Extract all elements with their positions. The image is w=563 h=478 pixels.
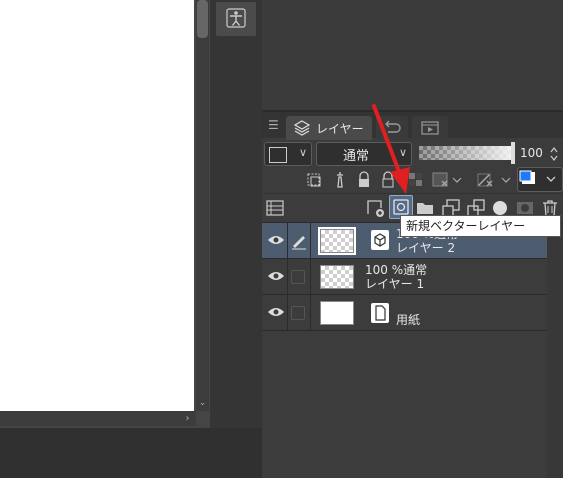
eye-icon[interactable] [267, 306, 285, 318]
opacity-value[interactable]: 100 [520, 146, 550, 160]
layer-thumbnail [318, 227, 356, 255]
lighthouse-icon[interactable] [330, 170, 350, 190]
eye-icon[interactable] [267, 270, 285, 282]
canvas-vertical-scrollbar[interactable] [196, 0, 209, 411]
drawing-canvas[interactable] [0, 0, 194, 411]
new-raster-layer-icon[interactable] [364, 197, 386, 219]
stepper-icon [550, 147, 558, 161]
layer-row-raster[interactable]: 100 %通常 レイヤー 1 [262, 259, 547, 295]
layers-icon [294, 120, 310, 136]
layer-thumbnail [320, 265, 354, 289]
reference-layer-icon[interactable] [304, 170, 324, 190]
layer-name: 用紙 [396, 313, 421, 327]
menu-icon[interactable]: ☰ [268, 117, 280, 133]
layer-row-paper[interactable]: 用紙 [262, 295, 547, 331]
edit-target-box[interactable] [291, 306, 305, 320]
layer-info-text: 100 %通常 [365, 263, 428, 277]
column-divider [287, 223, 288, 259]
paper-layer-icon [371, 303, 389, 323]
red-arrow-annotation [372, 104, 410, 194]
vector-layer-icon [371, 230, 389, 250]
chevron-down-icon: ∨ [298, 146, 307, 159]
mask-delete-icon[interactable] [430, 170, 466, 190]
middle-toolbar [210, 0, 262, 428]
layer-list-scrollbar[interactable] [547, 223, 563, 478]
scroll-right-icon[interactable]: › [180, 411, 195, 426]
pen-icon[interactable] [290, 232, 308, 250]
column-divider [287, 295, 288, 331]
column-divider [310, 295, 311, 331]
tooltip: 新規ベクターレイヤー [400, 215, 561, 237]
canvas-vertical-scroll-thumb[interactable] [197, 0, 208, 38]
scroll-down-icon[interactable]: ⌄ [196, 396, 209, 411]
opacity-slider-fill [419, 146, 513, 160]
column-divider [310, 259, 311, 295]
accessibility-button[interactable] [216, 2, 256, 36]
layer-info: 100 %通常 レイヤー 1 [365, 263, 427, 291]
canvas-horizontal-scrollbar[interactable] [0, 411, 196, 426]
color-swatch-icon [519, 170, 556, 184]
bottom-bar [0, 428, 262, 478]
ruler-delete-icon[interactable] [474, 170, 514, 190]
layer-name: レイヤー 1 [365, 277, 425, 291]
opacity-stepper[interactable] [549, 144, 561, 167]
column-divider [287, 259, 288, 295]
opacity-slider-handle[interactable] [511, 142, 515, 164]
person-icon [226, 8, 246, 28]
layer-name: レイヤー 2 [396, 241, 456, 255]
layer-color-button[interactable]: ∨ [264, 142, 312, 166]
layer-color-swatch [269, 147, 287, 163]
column-divider [310, 223, 311, 259]
layer-property-icon[interactable] [264, 197, 286, 219]
tab-layer-label: レイヤー [316, 121, 364, 136]
layer-color-toggle[interactable] [517, 167, 563, 192]
layer-thumbnail [320, 301, 354, 325]
upper-panel [262, 0, 563, 110]
eye-icon[interactable] [267, 234, 285, 246]
edit-target-box[interactable] [291, 270, 305, 284]
